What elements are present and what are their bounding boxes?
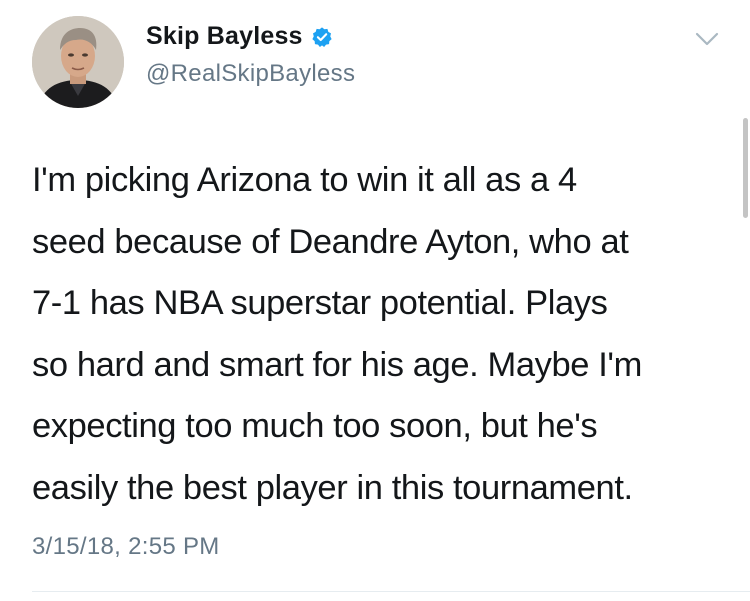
tweet-card: Skip Bayless @RealSkipBayless I'm pickin… (0, 0, 750, 601)
author-name-row: Skip Bayless (146, 22, 333, 51)
tweet-text-line: 7-1 has NBA superstar potential. Plays (32, 284, 608, 322)
scrollbar[interactable] (743, 118, 748, 218)
author-avatar[interactable] (32, 16, 124, 108)
author-handle[interactable]: @RealSkipBayless (146, 60, 355, 88)
tweet-text-line: easily the best player in this tournamen… (32, 468, 633, 507)
chevron-down-icon[interactable] (694, 30, 720, 48)
tweet-text-line: expecting too much too soon, but he's (32, 407, 598, 445)
divider (32, 591, 750, 592)
avatar-image (32, 16, 124, 108)
tweet-text-line: seed because of Deandre Ayton, who at (32, 222, 629, 261)
tweet-text-line: I'm picking Arizona to win it all as a 4 (32, 161, 577, 199)
tweet-timestamp[interactable]: 3/15/18, 2:55 PM (32, 533, 220, 561)
verified-badge-icon (311, 26, 333, 48)
author-display-name[interactable]: Skip Bayless (146, 22, 303, 51)
tweet-text: I'm picking Arizona to win it all as a 4… (32, 150, 737, 519)
tweet-text-line: so hard and smart for his age. Maybe I'm (32, 345, 642, 384)
